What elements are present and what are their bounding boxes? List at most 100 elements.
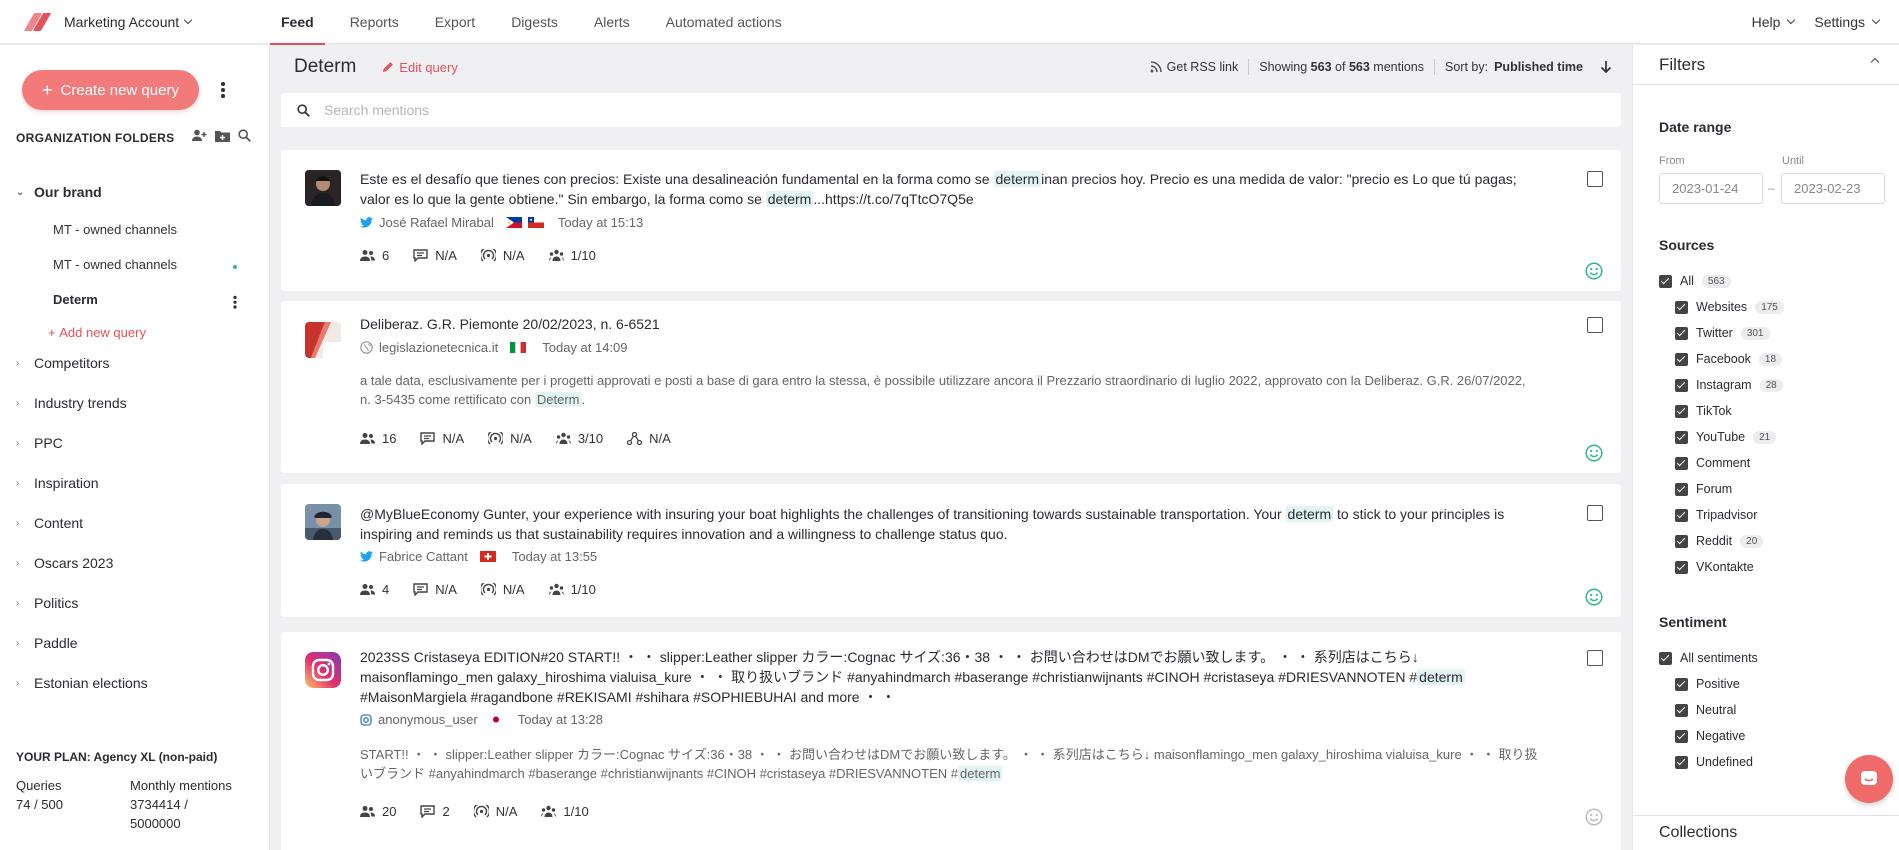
- shown-count: 563: [1310, 60, 1332, 74]
- tab-digests[interactable]: Digests: [500, 0, 569, 44]
- account-name: Marketing Account: [64, 13, 180, 30]
- date-until-input[interactable]: 2023-02-23: [1781, 173, 1885, 204]
- create-new-query-button[interactable]: + Create new query: [22, 70, 199, 110]
- collections-section[interactable]: Collections: [1633, 815, 1899, 850]
- source-all-checkbox[interactable]: All 563: [1659, 274, 1731, 288]
- sources-title: Sources: [1659, 237, 1715, 253]
- source-websites-checkbox[interactable]: Websites 175: [1675, 300, 1784, 314]
- sort-control[interactable]: Sort by: Published time: [1445, 60, 1613, 74]
- folder-our-brand[interactable]: ⌄ Our brand: [16, 184, 102, 200]
- source-label: VKontakte: [1696, 560, 1754, 574]
- checked-icon: [1675, 677, 1688, 691]
- positive-sentiment-icon[interactable]: [1585, 444, 1603, 462]
- sentiment-negative-checkbox[interactable]: Negative: [1675, 729, 1745, 743]
- folder-label: PPC: [34, 435, 63, 451]
- reach-stat: 4: [360, 582, 389, 597]
- rss-link[interactable]: Get RSS link: [1150, 60, 1238, 74]
- query-options-icon[interactable]: [233, 295, 237, 310]
- source-vkontakte-checkbox[interactable]: VKontakte: [1675, 560, 1754, 574]
- rss-icon: [1150, 61, 1162, 73]
- tab-feed[interactable]: Feed: [270, 0, 325, 45]
- source-twitter-checkbox[interactable]: Twitter 301: [1675, 326, 1770, 340]
- chat-support-button[interactable]: [1845, 755, 1893, 803]
- stat-value: 20: [382, 804, 397, 819]
- search-mentions-input[interactable]: [324, 102, 1524, 118]
- determ-logo-icon[interactable]: [23, 12, 52, 31]
- query-mt-owned-channels-2[interactable]: MT - owned channels: [53, 257, 177, 272]
- folder-paddle[interactable]: › Paddle: [16, 635, 78, 651]
- settings-menu[interactable]: Settings: [1814, 14, 1881, 30]
- sentiment-neutral-checkbox[interactable]: Neutral: [1675, 703, 1736, 717]
- positive-sentiment-icon[interactable]: [1585, 262, 1603, 280]
- instagram-avatar: [305, 652, 341, 688]
- signal-icon: [488, 432, 504, 445]
- tab-reports[interactable]: Reports: [339, 0, 410, 44]
- folder-estonian-elections[interactable]: › Estonian elections: [16, 675, 148, 691]
- folder-competitors[interactable]: › Competitors: [16, 355, 109, 371]
- account-switcher[interactable]: Marketing Account: [64, 13, 193, 30]
- tab-automated-actions[interactable]: Automated actions: [655, 0, 793, 44]
- more-options-icon[interactable]: [221, 82, 225, 100]
- mention-card[interactable]: @MyBlueEconomy Gunter, your experience w…: [281, 484, 1621, 617]
- source-name[interactable]: legislazionetecnica.it: [379, 340, 498, 355]
- author-name[interactable]: Fabrice Cattant: [379, 549, 468, 564]
- folder-inspiration[interactable]: › Inspiration: [16, 475, 99, 491]
- of-label: of: [1335, 60, 1346, 74]
- folder-ppc[interactable]: › PPC: [16, 435, 63, 451]
- checked-icon: [1675, 482, 1688, 496]
- source-facebook-checkbox[interactable]: Facebook 18: [1675, 352, 1783, 366]
- undefined-sentiment-icon[interactable]: [1585, 808, 1603, 826]
- query-mt-owned-channels[interactable]: MT - owned channels: [53, 222, 177, 237]
- sentiment-all-checkbox[interactable]: All sentiments: [1659, 651, 1758, 665]
- mentions-feed: Determ Edit query Get RSS link Showing 5…: [271, 45, 1631, 850]
- mention-checkbox[interactable]: [1587, 171, 1603, 187]
- mention-stats: 4 N/A N/A 1/10: [360, 582, 620, 597]
- source-tiktok-checkbox[interactable]: TikTok: [1675, 404, 1732, 418]
- mention-title: @MyBlueEconomy Gunter, your experience w…: [360, 506, 1505, 542]
- author-name[interactable]: anonymous_user: [378, 712, 478, 727]
- add-folder-icon[interactable]: [215, 129, 230, 142]
- folder-oscars-2023[interactable]: › Oscars 2023: [16, 555, 113, 571]
- source-youtube-checkbox[interactable]: YouTube 21: [1675, 430, 1777, 444]
- sentiment-positive-checkbox[interactable]: Positive: [1675, 677, 1740, 691]
- edit-query-label: Edit query: [399, 59, 458, 75]
- chevron-down-icon: [1871, 15, 1881, 25]
- sentiment-undefined-checkbox[interactable]: Undefined: [1675, 755, 1753, 769]
- mention-card[interactable]: 2023SS Cristaseya EDITION#20 START!! ・ ・…: [281, 632, 1621, 850]
- date-from-input[interactable]: 2023-01-24: [1659, 173, 1763, 204]
- folder-industry-trends[interactable]: › Industry trends: [16, 395, 127, 411]
- tab-alerts[interactable]: Alerts: [583, 0, 641, 44]
- collections-title: Collections: [1659, 824, 1738, 841]
- mention-checkbox[interactable]: [1587, 505, 1603, 521]
- add-new-query-link[interactable]: + Add new query: [48, 325, 146, 340]
- keyword-highlight: determ: [993, 171, 1042, 187]
- mention-card[interactable]: Deliberaz. G.R. Piemonte 20/02/2023, n. …: [281, 301, 1621, 473]
- mention-checkbox[interactable]: [1587, 317, 1603, 333]
- source-label: Facebook: [1696, 352, 1751, 366]
- folder-politics[interactable]: › Politics: [16, 595, 78, 611]
- source-count: 18: [1758, 352, 1783, 366]
- chat-icon: [1861, 771, 1877, 785]
- showing-prefix: Showing: [1259, 60, 1308, 74]
- search-icon[interactable]: [238, 129, 251, 142]
- checked-icon: [1675, 430, 1688, 444]
- source-avatar: [305, 322, 341, 358]
- mention-checkbox[interactable]: [1587, 650, 1603, 666]
- query-determ[interactable]: Determ: [53, 292, 98, 307]
- add-user-icon[interactable]: [192, 129, 207, 142]
- tab-export[interactable]: Export: [424, 0, 486, 44]
- filters-header[interactable]: Filters: [1633, 45, 1899, 85]
- mention-card[interactable]: Este es el desafío que tienes con precio…: [281, 150, 1621, 291]
- source-tripadvisor-checkbox[interactable]: Tripadvisor: [1675, 508, 1757, 522]
- edit-query-button[interactable]: Edit query: [382, 60, 458, 75]
- help-menu[interactable]: Help: [1752, 14, 1796, 30]
- source-instagram-checkbox[interactable]: Instagram 28: [1675, 378, 1783, 392]
- sentiment-label: Undefined: [1696, 755, 1753, 769]
- philippines-flag-icon: [505, 217, 522, 228]
- source-comment-checkbox[interactable]: Comment: [1675, 456, 1750, 470]
- positive-sentiment-icon[interactable]: [1585, 588, 1603, 606]
- source-reddit-checkbox[interactable]: Reddit 20: [1675, 534, 1764, 548]
- folder-content[interactable]: › Content: [16, 515, 83, 531]
- author-name[interactable]: José Rafael Mirabal: [379, 215, 494, 230]
- source-forum-checkbox[interactable]: Forum: [1675, 482, 1732, 496]
